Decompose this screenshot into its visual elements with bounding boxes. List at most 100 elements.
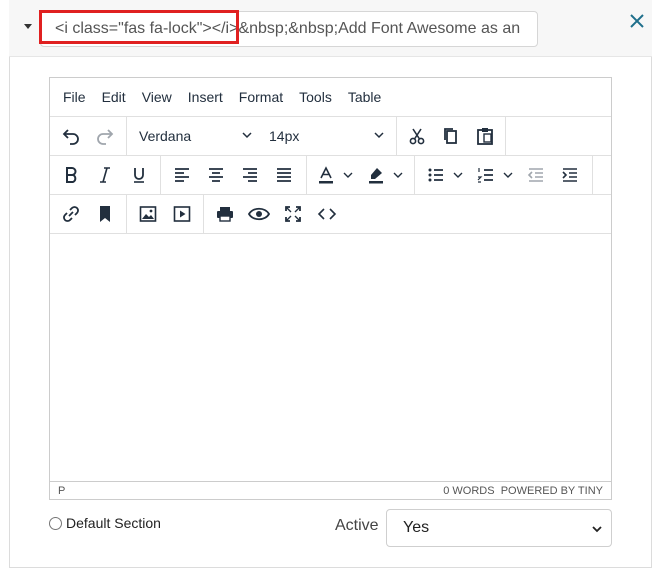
align-center-icon: [209, 168, 223, 182]
fullscreen-button[interactable]: [277, 198, 309, 230]
toolbar-separator: [126, 195, 127, 233]
insert-anchor-button[interactable]: [89, 198, 121, 230]
undo-button[interactable]: [55, 120, 87, 152]
menu-view[interactable]: View: [134, 78, 180, 117]
align-right-icon: [243, 168, 257, 182]
preview-button[interactable]: [243, 198, 275, 230]
align-justify-icon: [277, 168, 291, 182]
numbered-list-icon: [477, 168, 493, 183]
outdent-button[interactable]: [520, 159, 552, 191]
menu-table[interactable]: Table: [340, 78, 389, 117]
menu-insert[interactable]: Insert: [180, 78, 231, 117]
close-button[interactable]: [625, 9, 649, 33]
rich-text-editor: File Edit View Insert Format Tools Table…: [49, 77, 612, 500]
active-label: Active: [335, 517, 379, 534]
editor-content-area[interactable]: [50, 235, 611, 483]
align-left-icon: [175, 168, 189, 182]
image-icon: [139, 206, 157, 222]
toolbar-row-2: [50, 156, 611, 195]
chevron-down-icon: [393, 172, 403, 178]
indent-button[interactable]: [554, 159, 586, 191]
bookmark-icon: [100, 206, 110, 222]
active-select-value: Yes: [403, 519, 430, 536]
active-select[interactable]: Yes: [386, 509, 612, 547]
media-icon: [173, 206, 191, 222]
font-size-select[interactable]: 14px: [262, 120, 392, 152]
redo-icon: [97, 129, 114, 145]
word-count[interactable]: 0 WORDS: [443, 485, 494, 497]
eye-icon: [248, 207, 270, 221]
align-center-button[interactable]: [200, 159, 232, 191]
bullet-list-dropdown[interactable]: [448, 159, 468, 191]
toolbar-separator: [203, 195, 204, 233]
font-family-value: Verdana: [139, 128, 192, 144]
menu-format[interactable]: Format: [231, 78, 291, 117]
italic-button[interactable]: [89, 159, 121, 191]
insert-link-button[interactable]: [55, 198, 87, 230]
toolbar-separator: [414, 156, 415, 194]
close-icon: [630, 14, 644, 28]
indent-icon: [562, 168, 577, 182]
insert-image-button[interactable]: [132, 198, 164, 230]
element-path[interactable]: P: [58, 485, 65, 497]
underline-button[interactable]: [123, 159, 155, 191]
toolbar-row-3: [50, 195, 611, 234]
copy-icon: [444, 128, 457, 144]
toolbar-separator: [306, 156, 307, 194]
toolbar-row-1: Verdana 14px: [50, 117, 611, 156]
highlight-color-dropdown[interactable]: [388, 159, 408, 191]
editor-menubar: File Edit View Insert Format Tools Table: [50, 78, 611, 117]
align-justify-button[interactable]: [268, 159, 300, 191]
text-color-icon: [319, 166, 333, 184]
collapse-caret-icon[interactable]: [24, 24, 32, 29]
highlighter-icon: [369, 168, 383, 184]
toolbar-separator: [592, 156, 593, 194]
italic-icon: [100, 167, 110, 183]
menu-tools[interactable]: Tools: [291, 78, 340, 117]
chevron-down-icon: [242, 132, 252, 139]
underline-icon: [134, 168, 144, 183]
toolbar-separator: [160, 156, 161, 194]
scissors-icon: [409, 128, 425, 145]
toolbar-separator: [505, 117, 506, 155]
outdent-icon: [527, 168, 543, 182]
fullscreen-icon: [285, 206, 301, 222]
toolbar-separator: [126, 117, 127, 155]
chevron-down-icon: [343, 172, 353, 178]
section-title-input[interactable]: [40, 11, 538, 47]
align-right-button[interactable]: [234, 159, 266, 191]
bold-icon: [66, 167, 77, 183]
copy-button[interactable]: [435, 120, 467, 152]
bold-button[interactable]: [55, 159, 87, 191]
source-code-button[interactable]: [311, 198, 343, 230]
font-family-select[interactable]: Verdana: [132, 120, 260, 152]
status-right: 0 WORDS POWERED BY TINY: [443, 485, 603, 497]
menu-file[interactable]: File: [55, 78, 94, 117]
default-section-radio[interactable]: Default Section: [49, 515, 161, 531]
link-icon: [63, 206, 79, 222]
cut-button[interactable]: [401, 120, 433, 152]
font-size-value: 14px: [269, 128, 300, 144]
chevron-down-icon: [592, 526, 602, 533]
insert-media-button[interactable]: [166, 198, 198, 230]
menu-edit[interactable]: Edit: [94, 78, 134, 117]
undo-icon: [62, 129, 79, 145]
chevron-down-icon: [453, 172, 463, 178]
align-left-button[interactable]: [166, 159, 198, 191]
chevron-down-icon: [503, 172, 513, 178]
clipboard-icon: [477, 128, 493, 145]
printer-icon: [217, 207, 233, 222]
redo-button[interactable]: [89, 120, 121, 152]
text-color-dropdown[interactable]: [338, 159, 358, 191]
radio-button[interactable]: [49, 516, 62, 530]
bullet-list-icon: [428, 168, 443, 182]
code-icon: [317, 208, 337, 220]
numbered-list-dropdown[interactable]: [498, 159, 518, 191]
print-button[interactable]: [209, 198, 241, 230]
powered-by-link[interactable]: POWERED BY TINY: [501, 485, 603, 497]
toolbar-separator: [396, 117, 397, 155]
paste-button[interactable]: [469, 120, 501, 152]
chevron-down-icon: [374, 132, 384, 139]
editor-statusbar: P 0 WORDS POWERED BY TINY: [50, 481, 611, 499]
default-section-label: Default Section: [66, 515, 161, 531]
